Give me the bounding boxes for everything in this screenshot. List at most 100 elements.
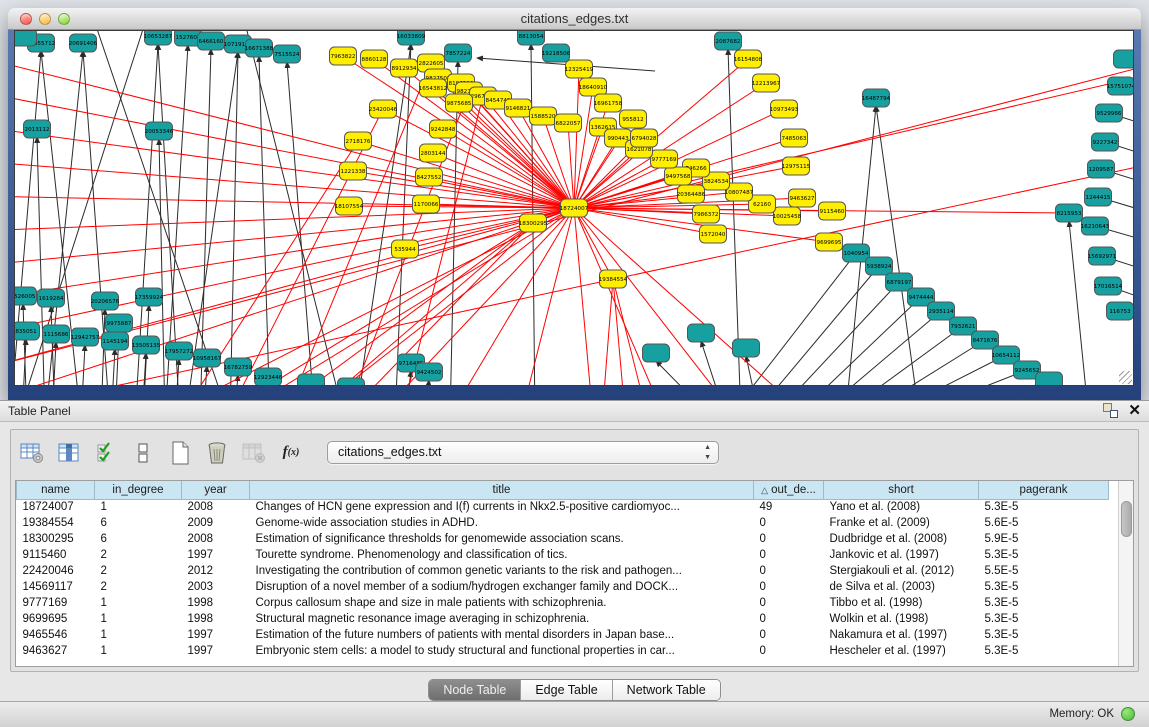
table-row[interactable]: 946362711997Embryonic stem cells: a mode… [17, 643, 1109, 659]
graph-node[interactable]: 16210643 [1081, 217, 1110, 235]
graph-node[interactable]: 10958167 [193, 349, 222, 367]
graph-node[interactable]: 16033809 [397, 31, 426, 45]
graph-node[interactable]: 9146821 [505, 99, 532, 117]
graph-node[interactable]: 20206576 [91, 292, 120, 310]
graph-node[interactable]: 535944 [392, 240, 419, 258]
graph-node[interactable]: 9777169 [651, 150, 678, 168]
graph-node[interactable]: 18640910 [579, 78, 608, 96]
graph-node[interactable]: 10973493 [770, 100, 799, 118]
graph-node[interactable]: 1170066 [413, 195, 440, 213]
graph-node[interactable] [643, 344, 670, 362]
graph-node[interactable] [688, 324, 715, 342]
graph-node[interactable]: 20364486 [677, 185, 706, 203]
graph-node[interactable]: 9975887 [106, 314, 133, 332]
graph-node[interactable]: 10025458 [773, 207, 802, 225]
graph-node[interactable]: 16543812 [419, 79, 447, 97]
graph-node[interactable]: 20053346 [145, 122, 174, 140]
graph-node[interactable]: 1619284 [38, 289, 65, 307]
graph-node[interactable]: 2013112 [24, 120, 51, 138]
graph-node[interactable]: 1209587 [1088, 160, 1115, 178]
tab-edge-table[interactable]: Edge Table [521, 680, 612, 700]
close-panel-icon[interactable]: ✕ [1128, 403, 1141, 418]
graph-node[interactable] [1036, 372, 1063, 385]
column-header-short[interactable]: short [824, 481, 979, 499]
graph-node[interactable]: 12325419 [565, 60, 594, 78]
graph-node[interactable]: 8860128 [361, 50, 388, 68]
graph-node[interactable]: 9529966 [1096, 104, 1123, 122]
graph-node[interactable]: 17016514 [1094, 277, 1123, 295]
function-icon[interactable]: f(x) [278, 440, 304, 466]
graph-node[interactable]: 2718176 [345, 132, 372, 150]
graph-node[interactable]: 1115686 [43, 325, 70, 343]
graph-node[interactable]: 955812 [620, 110, 647, 128]
table-row[interactable]: 977716911998Corpus callosum shape and si… [17, 595, 1109, 611]
graph-node[interactable]: 1221338 [340, 162, 367, 180]
graph-node[interactable]: 15692971 [1088, 247, 1117, 265]
table-vertical-scrollbar[interactable] [1118, 481, 1133, 666]
graph-node[interactable]: 8215953 [1056, 204, 1083, 222]
graph-node[interactable]: 12942757 [71, 328, 100, 346]
graph-node[interactable]: 1040954 [843, 244, 870, 262]
scrollbar-thumb[interactable] [1121, 501, 1132, 537]
minimize-window-button[interactable] [39, 13, 51, 25]
graph-node[interactable]: 116753 [1107, 302, 1134, 320]
table-row[interactable]: 911546021997Tourette syndrome. Phenomeno… [17, 547, 1109, 563]
graph-node[interactable]: 8813054 [518, 31, 545, 45]
tab-node-table[interactable]: Node Table [429, 680, 521, 700]
column-header-title[interactable]: title [250, 481, 754, 499]
graph-node[interactable]: 9497568 [665, 167, 692, 185]
graph-node[interactable]: 9115460 [819, 202, 846, 220]
graph-node[interactable]: 19384554 [599, 270, 628, 288]
window-resize-grip[interactable] [1119, 371, 1132, 384]
graph-node[interactable]: 8471676 [972, 331, 999, 349]
graph-node[interactable]: 18300295 [519, 214, 548, 232]
table-row[interactable]: 969969511998Structural magnetic resonanc… [17, 611, 1109, 627]
graph-node[interactable]: 18107554 [335, 197, 364, 215]
graph-node[interactable]: 6822057 [555, 114, 582, 132]
tab-network-table[interactable]: Network Table [613, 680, 720, 700]
graph-node[interactable]: 10653287 [144, 31, 173, 45]
graph-node[interactable]: 16487794 [862, 89, 891, 107]
graph-node[interactable]: 7963822 [330, 47, 357, 65]
graph-node[interactable] [733, 339, 760, 357]
graph-node[interactable]: 23420046 [369, 100, 398, 118]
graph-node[interactable]: 9699695 [816, 233, 843, 251]
table-row[interactable]: 946554611997Estimation of the future num… [17, 627, 1109, 643]
graph-node[interactable]: 2087682 [715, 32, 742, 50]
graph-node[interactable] [298, 374, 325, 385]
table-row[interactable]: 2242004622012Investigating the contribut… [17, 563, 1109, 579]
select-rows-icon[interactable] [93, 440, 119, 466]
graph-node[interactable] [338, 378, 365, 385]
graph-node[interactable]: 9242848 [430, 120, 457, 138]
graph-node[interactable]: 13505135 [132, 336, 161, 354]
table-selector-dropdown[interactable]: citations_edges.txt ▲▼ [327, 441, 719, 464]
graph-node[interactable]: 15751074 [1107, 77, 1133, 95]
trash-icon[interactable] [204, 440, 230, 466]
column-header-in-degree[interactable]: in_degree [95, 481, 182, 499]
graph-node[interactable]: 6466160 [198, 32, 225, 50]
graph-node[interactable]: 1244415 [1085, 188, 1112, 206]
graph-node[interactable]: 835051 [15, 322, 40, 340]
graph-node[interactable]: 12975115 [782, 157, 811, 175]
graph-node[interactable]: 7515524 [274, 45, 301, 63]
graph-node[interactable]: 16961758 [594, 94, 623, 112]
delete-table-icon[interactable] [241, 440, 267, 466]
graph-node[interactable]: 6879197 [886, 273, 913, 291]
graph-node[interactable]: 19218506 [542, 44, 571, 62]
graph-node[interactable]: 2803144 [420, 144, 447, 162]
close-window-button[interactable] [20, 13, 32, 25]
graph-node[interactable]: 6794028 [631, 129, 658, 147]
graph-node[interactable]: 9424502 [416, 363, 443, 381]
graph-node[interactable]: 1588520 [530, 107, 557, 125]
table-row[interactable]: 1872400712008Changes of HCN gene express… [17, 499, 1109, 515]
graph-node[interactable]: 16154808 [734, 50, 763, 68]
graph-node[interactable]: 2935114 [928, 302, 955, 320]
graph-node[interactable]: 12213967 [752, 74, 781, 92]
column-header-pagerank[interactable]: pagerank [979, 481, 1109, 499]
graph-node[interactable]: 1145194 [102, 332, 129, 350]
graph-node[interactable]: 7485063 [781, 129, 808, 147]
graph-node[interactable]: 1572040 [700, 225, 727, 243]
table-row[interactable]: 1456911722003Disruption of a novel membe… [17, 579, 1109, 595]
graph-node[interactable]: 7986372 [693, 205, 720, 223]
rows-icon[interactable] [130, 440, 156, 466]
